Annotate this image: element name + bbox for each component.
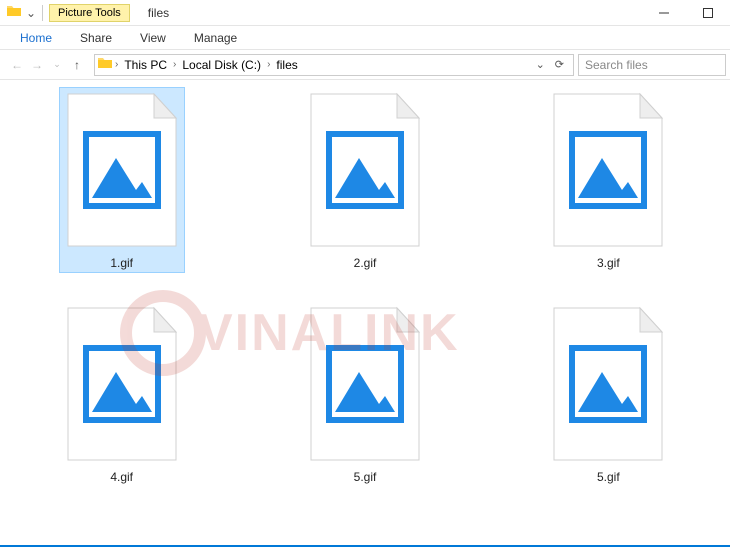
divider — [42, 5, 43, 21]
search-box[interactable] — [578, 54, 726, 76]
quick-access-dropdown[interactable]: ⌄ — [26, 6, 36, 20]
up-button[interactable]: ↑ — [68, 56, 86, 74]
recent-dropdown[interactable]: ⌄ — [48, 56, 66, 74]
forward-button[interactable]: → — [28, 56, 46, 74]
file-name-label: 3.gif — [597, 256, 620, 270]
chevron-right-icon[interactable]: › — [267, 59, 270, 70]
nav-arrows: ← → ⌄ ↑ — [4, 56, 90, 74]
titlebar: ⌄ Picture Tools files — [0, 0, 730, 26]
search-input[interactable] — [585, 58, 719, 72]
content-area[interactable]: 1.gif2.gif3.gif4.gif5.gif5.gif VINALINK — [0, 80, 730, 541]
file-name-label: 4.gif — [110, 470, 133, 484]
file-item[interactable]: 3.gif — [546, 88, 670, 272]
breadcrumb-files[interactable]: files — [272, 58, 301, 72]
image-file-icon — [62, 90, 182, 250]
ribbon-tabs: Home Share View Manage — [0, 26, 730, 50]
maximize-button[interactable] — [686, 0, 730, 26]
tab-view[interactable]: View — [126, 27, 180, 49]
address-row: ← → ⌄ ↑ › This PC › Local Disk (C:) › fi… — [0, 50, 730, 80]
image-file-icon — [548, 90, 668, 250]
file-name-label: 5.gif — [354, 470, 377, 484]
file-item[interactable]: 1.gif — [60, 88, 184, 272]
contextual-tab-picture-tools[interactable]: Picture Tools — [49, 4, 130, 22]
tab-home[interactable]: Home — [6, 27, 66, 49]
image-file-icon — [305, 90, 425, 250]
image-file-icon — [305, 304, 425, 464]
breadcrumb-local-disk[interactable]: Local Disk (C:) — [178, 58, 265, 72]
file-item[interactable]: 4.gif — [60, 302, 184, 486]
chevron-right-icon[interactable]: › — [115, 59, 118, 70]
file-name-label: 1.gif — [110, 256, 133, 270]
back-button[interactable]: ← — [8, 56, 26, 74]
image-file-icon — [62, 304, 182, 464]
refresh-button[interactable]: ⟳ — [552, 58, 567, 71]
window-controls — [642, 0, 730, 26]
file-item[interactable]: 5.gif — [303, 302, 427, 486]
image-file-icon — [548, 304, 668, 464]
address-bar[interactable]: › This PC › Local Disk (C:) › files ⌄ ⟳ — [94, 54, 574, 76]
chevron-right-icon[interactable]: › — [173, 59, 176, 70]
minimize-button[interactable] — [642, 0, 686, 26]
folder-icon — [6, 3, 22, 22]
file-item[interactable]: 5.gif — [546, 302, 670, 486]
window-title: files — [148, 6, 169, 20]
tab-manage[interactable]: Manage — [180, 27, 251, 49]
file-name-label: 5.gif — [597, 470, 620, 484]
folder-icon — [97, 55, 113, 74]
file-name-label: 2.gif — [354, 256, 377, 270]
tab-share[interactable]: Share — [66, 27, 126, 49]
address-dropdown[interactable]: ⌄ — [533, 58, 548, 71]
file-grid: 1.gif 2.gif 3.gif 4.gif 5.gif 5.gif — [0, 88, 730, 486]
file-item[interactable]: 2.gif — [303, 88, 427, 272]
breadcrumb-this-pc[interactable]: This PC — [120, 58, 171, 72]
